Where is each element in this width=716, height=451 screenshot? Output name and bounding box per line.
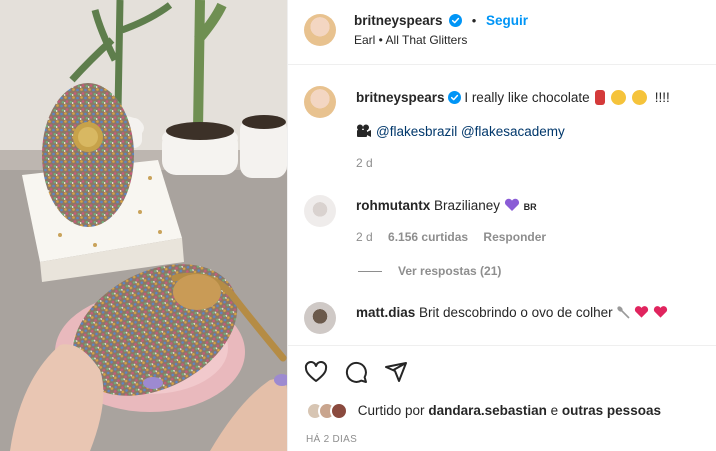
post-media[interactable] <box>0 0 287 451</box>
post-image <box>0 0 287 451</box>
flag-text: BR <box>523 202 537 212</box>
view-replies-label: Ver respostas (21) <box>398 264 502 278</box>
reply-button[interactable]: Responder <box>483 230 546 244</box>
liker-avatar <box>330 402 348 420</box>
camera-icon <box>357 124 371 137</box>
heart-emoji-icon <box>635 306 649 318</box>
caption-time: 2 d <box>356 156 373 170</box>
comment-meta: 2 d 6.156 curtidas Responder <box>356 230 558 244</box>
comment-text-row: matt.dias Brit descobrindo o ovo de colh… <box>356 304 700 322</box>
header-separator: • <box>471 13 477 28</box>
post-header: britneyspears • Seguir Earl • All That G… <box>288 0 716 65</box>
post-date: HÁ 2 DIAS <box>306 434 358 445</box>
author-avatar[interactable] <box>304 14 336 46</box>
follow-button[interactable]: Seguir <box>486 13 528 28</box>
caption-avatar[interactable] <box>304 86 336 118</box>
comment-text: Brazilianey <box>434 198 501 213</box>
heart-eyes-emoji-icon <box>611 90 627 105</box>
heart-emoji-icon <box>653 306 668 318</box>
chocolate-emoji-icon <box>595 90 606 105</box>
surprised-emoji-icon <box>631 90 647 105</box>
caption-text-row: britneyspears I really like chocolate !!… <box>356 89 700 107</box>
comment-icon[interactable] <box>344 360 368 384</box>
verified-badge-icon <box>449 14 463 27</box>
share-icon[interactable] <box>384 360 408 384</box>
spoon-emoji-icon <box>617 306 631 319</box>
view-replies-button[interactable]: Ver respostas (21) <box>358 264 501 278</box>
comment-time: 2 d <box>356 230 373 244</box>
caption-credit-row: @flakesbrazil @flakesacademy <box>356 123 700 141</box>
purple-heart-icon <box>504 198 519 211</box>
heart-icon[interactable] <box>304 360 328 384</box>
caption-suffix: !!!! <box>654 90 670 105</box>
caption-username[interactable]: britneyspears <box>356 90 445 105</box>
comment-username[interactable]: matt.dias <box>356 305 415 320</box>
comment-text: Brit descobrindo o ovo de colher <box>419 305 613 320</box>
comment-likes[interactable]: 6.156 curtidas <box>388 230 468 244</box>
comment-text-row: rohmutantx Brazilianey BR <box>356 197 700 216</box>
comments-list[interactable]: britneyspears I really like chocolate !!… <box>288 66 716 344</box>
comment-avatar[interactable] <box>304 302 336 334</box>
post-actions: Curtido por dandara.sebastian e outras p… <box>288 345 716 451</box>
post-details-panel: britneyspears • Seguir Earl • All That G… <box>287 0 716 451</box>
comment-username[interactable]: rohmutantx <box>356 198 430 213</box>
caption-text: I really like chocolate <box>464 90 590 105</box>
caption-meta: 2 d <box>356 156 385 170</box>
likes-prefix: Curtido por <box>357 403 425 418</box>
caption-mentions[interactable]: @flakesbrazil @flakesacademy <box>376 124 565 139</box>
replies-divider <box>358 271 382 273</box>
likes-joiner: e <box>550 403 559 418</box>
verified-badge-icon <box>447 91 461 104</box>
likes-user[interactable]: dandara.sebastian <box>428 403 547 418</box>
header-user-row: britneyspears • Seguir <box>354 13 528 28</box>
likes-summary: Curtido por dandara.sebastian e outras p… <box>306 402 661 420</box>
author-username[interactable]: britneyspears <box>354 13 443 28</box>
audio-subtitle[interactable]: Earl • All That Glitters <box>354 33 467 47</box>
likes-others[interactable]: outras pessoas <box>562 403 661 418</box>
comment-avatar[interactable] <box>304 195 336 227</box>
